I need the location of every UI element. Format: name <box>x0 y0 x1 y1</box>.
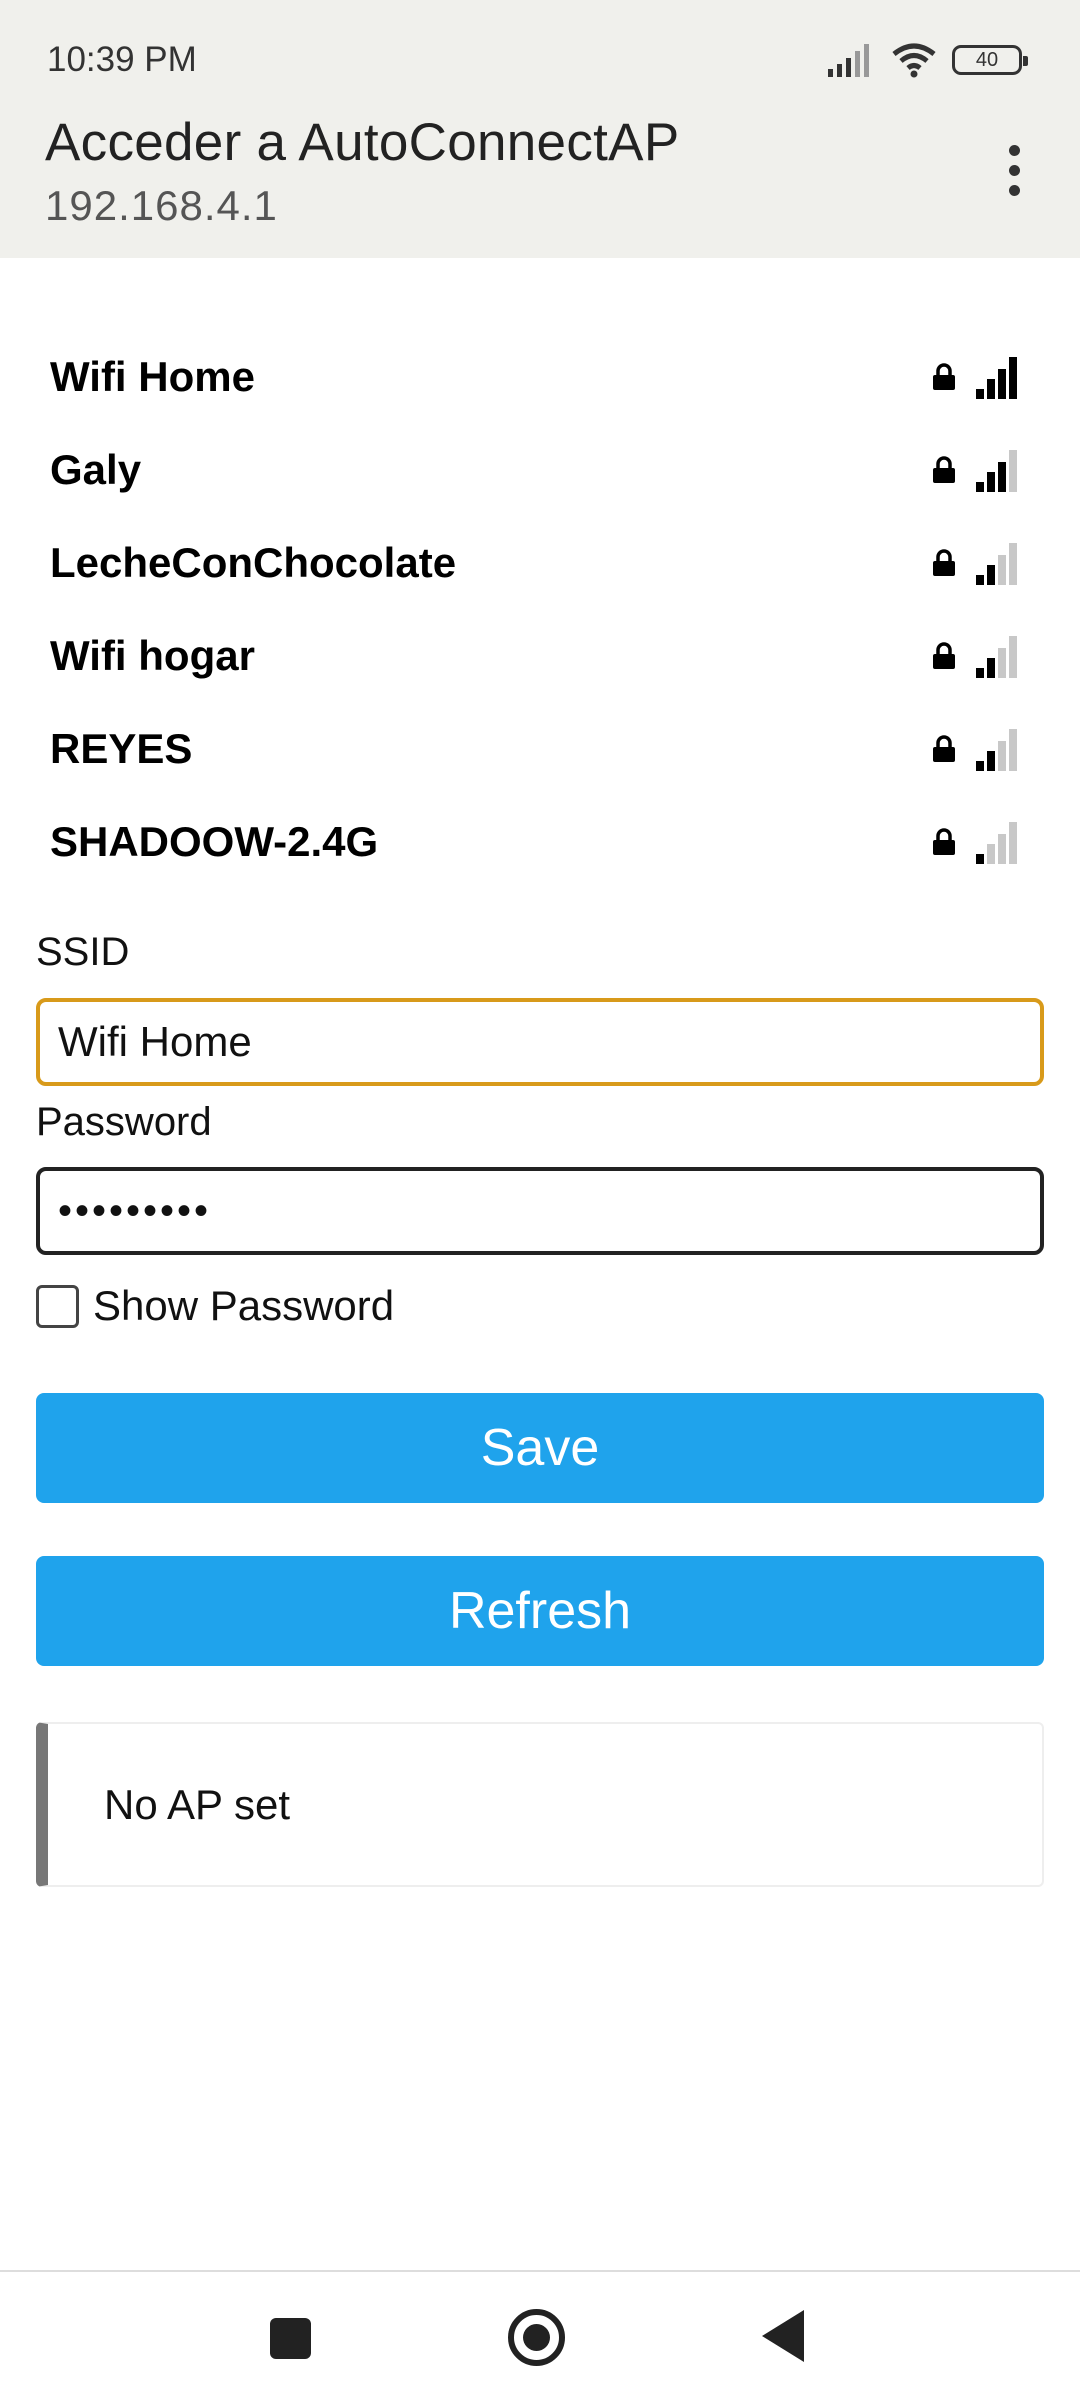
password-input[interactable]: ••••••••• <box>36 1167 1044 1255</box>
home-icon[interactable] <box>508 2309 565 2366</box>
network-list: Wifi Home Galy LecheConChocolate Wifi hogar… <box>50 330 1020 888</box>
app-header: 10:39 PM 40 Acceder a AutoConnectAP 192.… <box>0 0 1080 258</box>
network-name[interactable]: LecheConChocolate <box>50 539 456 587</box>
battery-icon: 40 <box>952 45 1028 75</box>
lock-icon <box>933 548 955 576</box>
signal-strength-icon <box>976 356 1017 399</box>
lock-icon <box>933 641 955 669</box>
save-button[interactable]: Save <box>36 1393 1044 1503</box>
page-url: 192.168.4.1 <box>45 182 278 229</box>
network-name[interactable]: Wifi Home <box>50 353 255 401</box>
network-icons <box>932 727 1020 771</box>
lock-icon <box>933 734 955 762</box>
signal-strength-icon <box>976 449 1017 492</box>
refresh-button[interactable]: Refresh <box>36 1556 1044 1666</box>
network-item[interactable]: REYES <box>50 702 1020 795</box>
status-message: No AP set <box>36 1722 1044 1887</box>
signal-icon <box>828 44 869 77</box>
network-item[interactable]: Wifi hogar <box>50 609 1020 702</box>
password-label: Password <box>36 1100 212 1144</box>
network-icons <box>932 820 1020 864</box>
signal-strength-icon <box>976 821 1017 864</box>
network-item[interactable]: SHADOOW-2.4G <box>50 795 1020 888</box>
lock-icon <box>933 827 955 855</box>
network-icons <box>932 541 1020 585</box>
network-name[interactable]: SHADOOW-2.4G <box>50 818 378 866</box>
ssid-input[interactable]: Wifi Home <box>36 998 1044 1086</box>
network-item[interactable]: LecheConChocolate <box>50 516 1020 609</box>
show-password-toggle[interactable]: Show Password <box>36 1282 394 1330</box>
ssid-label: SSID <box>36 930 130 974</box>
network-name[interactable]: REYES <box>50 725 192 773</box>
lock-icon <box>933 455 955 483</box>
signal-strength-icon <box>976 542 1017 585</box>
network-item[interactable]: Galy <box>50 423 1020 516</box>
show-password-checkbox[interactable] <box>36 1284 79 1328</box>
lock-icon <box>933 362 955 390</box>
page-title: Acceder a AutoConnectAP <box>45 113 680 172</box>
more-vert-icon[interactable] <box>1008 145 1020 196</box>
signal-strength-icon <box>976 635 1017 678</box>
status-time: 10:39 PM <box>47 40 197 79</box>
show-password-label: Show Password <box>93 1282 395 1329</box>
network-icons <box>932 355 1020 399</box>
network-name[interactable]: Wifi hogar <box>50 632 255 680</box>
recents-icon[interactable] <box>270 2318 311 2359</box>
back-icon[interactable] <box>762 2310 804 2362</box>
network-item[interactable]: Wifi Home <box>50 330 1020 423</box>
status-icons: 40 <box>828 42 1028 78</box>
wifi-icon <box>892 43 936 78</box>
network-name[interactable]: Galy <box>50 446 141 494</box>
network-icons <box>932 448 1020 492</box>
system-nav-bar <box>0 2270 1080 2400</box>
signal-strength-icon <box>976 728 1017 771</box>
network-icons <box>932 634 1020 678</box>
